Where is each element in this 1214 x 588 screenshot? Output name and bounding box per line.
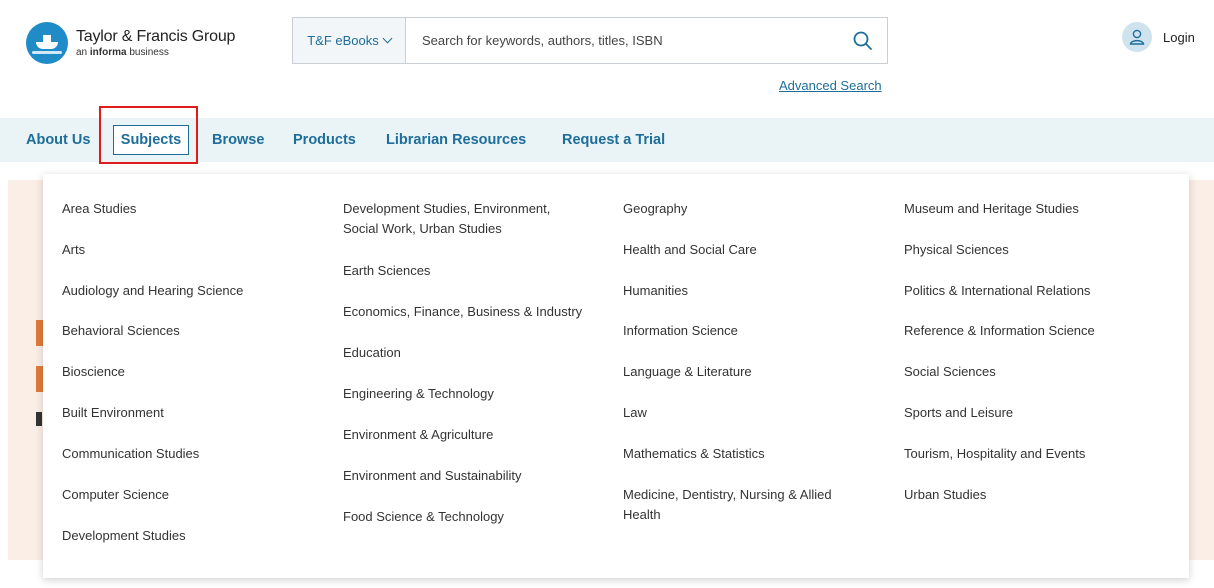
login-label: Login [1163, 29, 1195, 45]
nav-request-trial[interactable]: Request a Trial [562, 118, 665, 162]
main-nav: About Us Subjects Browse Products Librar… [0, 118, 1214, 162]
search-button[interactable] [839, 18, 887, 63]
nav-librarian-resources[interactable]: Librarian Resources [386, 118, 526, 162]
subject-link[interactable]: Built Environment [62, 403, 164, 423]
nav-about-us[interactable]: About Us [26, 118, 90, 162]
subject-link[interactable]: Environment and Sustainability [343, 466, 522, 486]
subject-link[interactable]: Communication Studies [62, 444, 199, 464]
site-header: Taylor & Francis Group an informa busine… [0, 0, 1214, 118]
brand-tagline: an informa business [76, 46, 169, 58]
advanced-search-link[interactable]: Advanced Search [779, 78, 882, 93]
subject-link[interactable]: Economics, Finance, Business & Industry [343, 302, 618, 322]
subject-link[interactable]: Environment & Agriculture [343, 425, 493, 445]
subject-link[interactable]: Development Studies, Environment, Social… [343, 199, 588, 239]
subject-link[interactable]: Reference & Information Science [904, 321, 1095, 341]
subject-link[interactable]: Medicine, Dentistry, Nursing & Allied He… [623, 485, 868, 525]
subject-link[interactable]: Museum and Heritage Studies [904, 199, 1079, 219]
brand-logo[interactable]: Taylor & Francis Group an informa busine… [26, 22, 235, 64]
subject-link[interactable]: Engineering & Technology [343, 384, 494, 404]
subject-link[interactable]: Area Studies [62, 199, 136, 219]
subject-link[interactable]: Sports and Leisure [904, 403, 1013, 423]
nav-subjects[interactable]: Subjects [113, 125, 189, 155]
subject-link[interactable]: Language & Literature [623, 362, 752, 382]
search-scope-select[interactable]: T&F eBooks [293, 18, 406, 63]
search-bar: T&F eBooks [292, 17, 888, 64]
subject-link[interactable]: Politics & International Relations [904, 281, 1090, 301]
subject-link[interactable]: Information Science [623, 321, 738, 341]
subject-link[interactable]: Earth Sciences [343, 261, 430, 281]
subject-link[interactable]: Development Studies [62, 526, 186, 546]
subject-link[interactable]: Computer Science [62, 485, 169, 505]
boat-logo-icon [26, 22, 68, 64]
subject-link[interactable]: Behavioral Sciences [62, 321, 180, 341]
subject-link[interactable]: Physical Sciences [904, 240, 1009, 260]
subject-link[interactable]: Health and Social Care [623, 240, 757, 260]
brand-name: Taylor & Francis Group [76, 27, 236, 45]
login-button[interactable]: Login [1122, 22, 1195, 52]
subject-link[interactable]: Arts [62, 240, 85, 260]
nav-products[interactable]: Products [293, 118, 356, 162]
subject-link[interactable]: Urban Studies [904, 485, 986, 505]
search-scope-label: T&F eBooks [307, 33, 379, 48]
subject-link[interactable]: Mathematics & Statistics [623, 444, 765, 464]
nav-browse[interactable]: Browse [212, 118, 264, 162]
subjects-dropdown: Area Studies Arts Audiology and Hearing … [43, 174, 1189, 578]
chevron-down-icon [382, 33, 393, 44]
subject-link[interactable]: Tourism, Hospitality and Events [904, 444, 1085, 464]
subject-link[interactable]: Bioscience [62, 362, 125, 382]
user-icon [1122, 22, 1152, 52]
search-input[interactable] [406, 18, 839, 63]
subject-link[interactable]: Law [623, 403, 647, 423]
dropdown-caret [146, 164, 166, 174]
subject-link[interactable]: Food Science & Technology [343, 507, 504, 527]
subject-link[interactable]: Humanities [623, 281, 688, 301]
search-icon [853, 31, 872, 50]
subject-link[interactable]: Geography [623, 199, 687, 219]
subject-link[interactable]: Social Sciences [904, 362, 996, 382]
subject-link[interactable]: Education [343, 343, 401, 363]
subject-link[interactable]: Audiology and Hearing Science [62, 281, 243, 301]
